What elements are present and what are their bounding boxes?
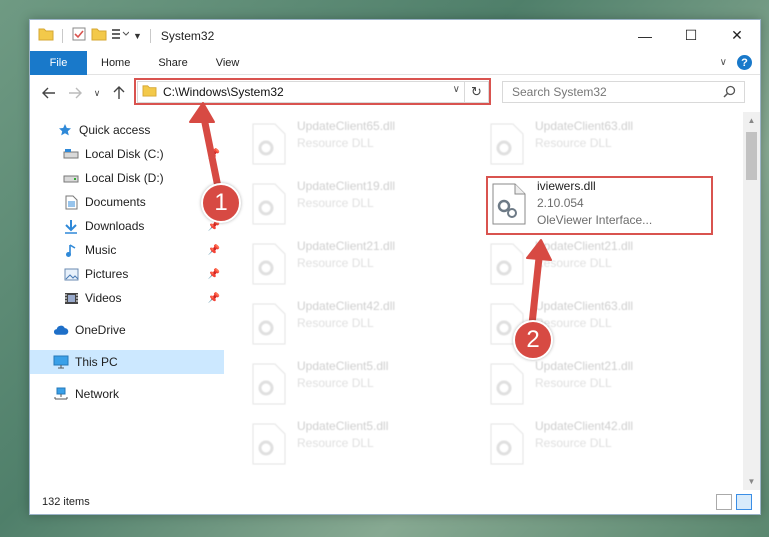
step-badge-1: 1 [201,183,241,223]
step-badge-2: 2 [513,320,553,360]
annotation-arrows [189,102,552,328]
arrow-2 [526,239,552,328]
arrow-1 [189,102,223,196]
